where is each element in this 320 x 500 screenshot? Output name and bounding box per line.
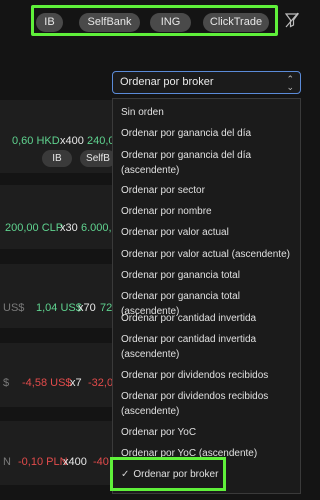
sort-option[interactable]: Ordenar por dividendos recibidos <box>121 368 294 383</box>
broker-chip-selfbank[interactable]: SelfBank <box>79 13 140 32</box>
holding-price: -4,58 US$ <box>22 377 72 389</box>
sort-option[interactable]: Ordenar por ganancia total <box>121 268 294 283</box>
holding-card[interactable]: 200,00 CLP x30 6.000,0 <box>0 185 118 249</box>
sort-option[interactable]: Ordenar por YoC <box>121 425 294 440</box>
broker-tag: IB <box>42 150 72 167</box>
broker-filter-bar: IB SelfBank ING ClickTrade <box>0 0 307 44</box>
holding-price: 200,00 CLP <box>5 222 64 234</box>
holding-total: -40 <box>93 456 109 468</box>
holding-card[interactable]: $ -4,58 US$ x7 -32,0 <box>0 343 114 407</box>
holding-total: 72 <box>100 302 113 314</box>
holding-card[interactable]: N -0,10 PLN x400 -40 <box>0 421 114 485</box>
sort-option[interactable]: Ordenar por valor actual (ascendente) <box>121 247 294 262</box>
holding-card[interactable]: 0,60 HKD x400 240,0 IB SelfB <box>0 100 116 173</box>
sort-dropdown-menu: Sin orden Ordenar por ganancia del día O… <box>112 98 301 494</box>
holding-qty: x400 <box>63 456 87 468</box>
sort-select[interactable]: Ordenar por broker ⌃ ⌄ <box>112 71 301 94</box>
holding-qty: x7 <box>70 377 82 389</box>
holding-card[interactable]: US$ 1,04 US$ x70 72 <box>0 264 114 328</box>
sort-option[interactable]: Ordenar por cantidad invertida (ascenden… <box>121 332 261 362</box>
holding-qty: x30 <box>60 222 78 234</box>
chevron-updown-icon: ⌃ ⌄ <box>286 74 294 92</box>
holding-prefix: N <box>3 456 11 468</box>
holding-total: -32,0 <box>88 377 114 389</box>
broker-chip-ing[interactable]: ING <box>150 13 191 32</box>
holding-qty: x400 <box>60 135 84 147</box>
sort-option[interactable]: Ordenar por sector <box>121 183 294 198</box>
sort-option[interactable]: Ordenar por nombre <box>121 204 294 219</box>
holding-prefix: $ <box>3 377 10 389</box>
sort-option[interactable]: Ordenar por ganancia del día <box>121 126 294 141</box>
sort-option[interactable]: Ordenar por valor actual <box>121 225 294 240</box>
broker-tag: SelfB <box>80 150 116 167</box>
broker-chip-ib[interactable]: IB <box>36 13 63 32</box>
selected-option-highlight <box>110 457 226 491</box>
sort-option[interactable]: Sin orden <box>121 105 294 120</box>
holding-price: 1,04 US$ <box>36 302 82 314</box>
holding-prefix: US$ <box>3 302 25 314</box>
holding-qty: x70 <box>78 302 96 314</box>
sort-option[interactable]: Ordenar por cantidad invertida <box>121 311 294 326</box>
holding-total: 240,0 <box>87 135 115 147</box>
sort-option[interactable]: Ordenar por ganancia del día (ascendente… <box>121 148 261 178</box>
holding-price: -0,10 PLN <box>18 456 68 468</box>
holding-price: 0,60 HKD <box>12 135 60 147</box>
sort-select-label: Ordenar por broker <box>120 76 214 88</box>
filter-clear-icon[interactable] <box>284 12 300 32</box>
broker-chip-clicktrade[interactable]: ClickTrade <box>203 13 269 32</box>
sort-option[interactable]: Ordenar por dividendos recibidos (ascend… <box>121 389 271 419</box>
